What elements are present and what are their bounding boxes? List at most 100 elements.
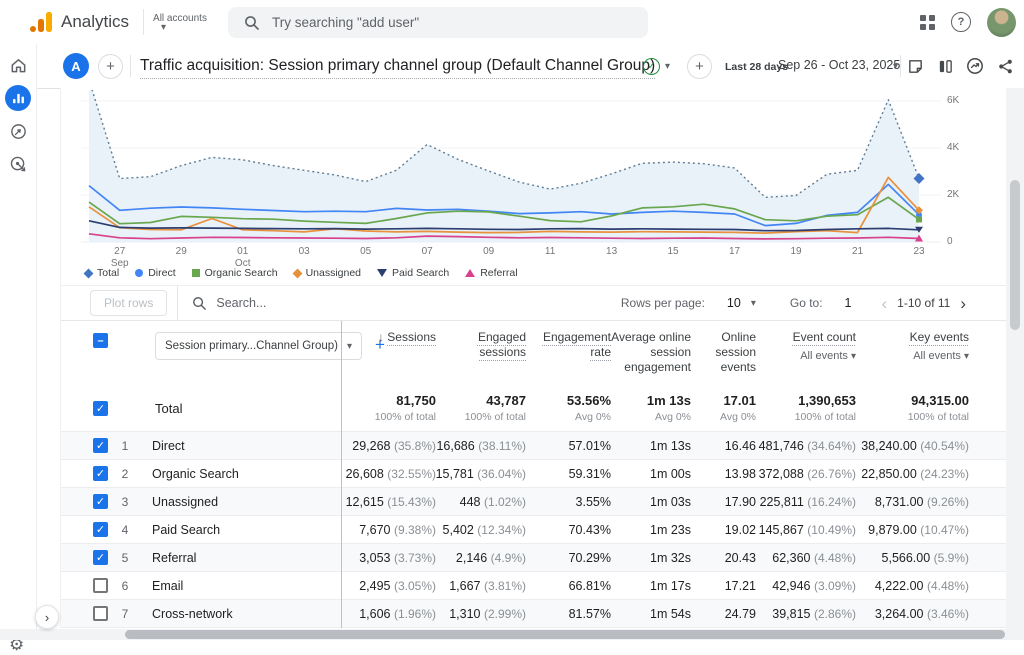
row-checkbox[interactable] <box>93 606 108 621</box>
row-checkbox[interactable]: ✓ <box>93 522 108 537</box>
add-comparison-button[interactable]: + <box>98 54 123 79</box>
horizontal-scrollbar[interactable] <box>0 629 1024 640</box>
column-header-key-events[interactable]: Key events All events ▾ <box>856 330 969 385</box>
channel-name: Organic Search <box>152 467 239 481</box>
row-checkbox[interactable]: ✓ <box>93 494 108 509</box>
nav-reports[interactable] <box>5 85 31 111</box>
dimension-cell: ✓1Direct <box>61 432 341 459</box>
chevron-down-icon[interactable]: ▾ <box>665 61 670 72</box>
comparison-badge[interactable]: A <box>63 53 89 79</box>
metric-cell: 26,608 (32.55%) <box>341 460 436 487</box>
metric-event-filter[interactable]: All events ▾ <box>856 349 969 364</box>
table-row-paid-search[interactable]: ✓4Paid Search7,670 (9.38%)5,402 (12.34%)… <box>61 516 1006 544</box>
metric-cell: 19.02 <box>691 516 756 543</box>
metric-cell: 12,615 (15.43%) <box>341 488 436 515</box>
row-checkbox[interactable]: ✓ <box>93 550 108 565</box>
chevron-down-icon[interactable]: ▾ <box>751 298 756 309</box>
row-checkbox[interactable] <box>93 578 108 593</box>
metric-cell: 29,268 (35.8%) <box>341 432 436 459</box>
legend-item-unassigned[interactable]: Unassigned <box>294 267 361 279</box>
compare-reports-icon[interactable] <box>935 56 955 76</box>
metric-cell: 24.79 <box>691 600 756 627</box>
plot-rows-button[interactable]: Plot rows <box>90 290 167 316</box>
account-switcher[interactable]: All accounts ▾ <box>153 13 207 32</box>
legend-label: Paid Search <box>392 267 449 279</box>
column-header-event-count[interactable]: Event countAll events ▾ <box>756 330 856 385</box>
user-avatar[interactable] <box>987 8 1016 37</box>
legend-item-paid-search[interactable]: Paid Search <box>377 267 449 279</box>
legend-item-direct[interactable]: Direct <box>135 267 175 279</box>
y-tick-label: 4K <box>947 142 977 153</box>
row-index: 6 <box>110 579 140 593</box>
vertical-scrollbar-thumb[interactable] <box>1010 180 1020 330</box>
chevron-down-icon[interactable]: ▾ <box>893 61 898 72</box>
table-row-cross-network[interactable]: 7Cross-network1,606 (1.96%)1,310 (2.99%)… <box>61 600 1006 628</box>
totals-metric-cell: 17.01Avg 0% <box>691 385 756 431</box>
table-row-organic-search[interactable]: ✓2Organic Search26,608 (32.55%)15,781 (3… <box>61 460 1006 488</box>
legend-item-referral[interactable]: Referral <box>465 267 517 279</box>
metric-event-filter[interactable]: All events ▾ <box>756 349 856 364</box>
legend-item-organic-search[interactable]: Organic Search <box>192 267 278 279</box>
nav-home[interactable] <box>5 52 31 78</box>
table-body: ✓1Direct29,268 (35.8%)16,686 (38.11%)57.… <box>61 432 1006 628</box>
expand-nav-button[interactable]: › <box>35 605 59 629</box>
report-title[interactable]: Traffic acquisition: Session primary cha… <box>140 57 655 79</box>
x-tick-label: 17 <box>715 246 755 258</box>
metric-cell: 62,360 (4.48%) <box>756 544 856 571</box>
apps-grid-icon[interactable] <box>920 15 935 30</box>
help-icon[interactable]: ? <box>951 12 971 32</box>
column-header-online-session-events[interactable]: Online session events <box>691 330 756 385</box>
metric-cell: 1m 54s <box>611 600 691 627</box>
select-all-checkbox[interactable]: – <box>93 333 108 348</box>
nav-advertising[interactable] <box>5 151 31 177</box>
dimension-selector[interactable]: Session primary...Channel Group)▾ <box>155 332 362 360</box>
trend-chart[interactable]: 02K4K6K 27Sep2901Oct03050709111315171921… <box>61 88 1006 285</box>
totals-checkbox[interactable]: ✓ <box>93 401 108 416</box>
chart-plot-area[interactable] <box>61 90 1006 255</box>
metric-cell: 1m 13s <box>611 432 691 459</box>
search-placeholder: Try searching "add user" <box>272 15 419 30</box>
metric-cell: 1m 32s <box>611 544 691 571</box>
insights-icon[interactable] <box>965 56 985 76</box>
chart-legend: Total Direct Organic Search Unassigned Paid … <box>85 267 518 279</box>
dimension-header-cell: – Session primary...Channel Group)▾ + <box>61 330 341 385</box>
metric-cell: 1,667 (3.81%) <box>436 572 526 599</box>
share-icon[interactable] <box>995 56 1015 76</box>
column-header-engaged-sessions[interactable]: Engaged sessions <box>436 330 526 385</box>
horizontal-scrollbar-thumb[interactable] <box>125 630 1005 639</box>
metric-cell: 448 (1.02%) <box>436 488 526 515</box>
metric-cell: 66.81% <box>526 572 611 599</box>
analytics-logo-icon[interactable] <box>30 12 52 32</box>
row-checkbox[interactable]: ✓ <box>93 438 108 453</box>
table-row-email[interactable]: 6Email2,495 (3.05%)1,667 (3.81%)66.81%1m… <box>61 572 1006 600</box>
search-icon <box>244 15 260 31</box>
legend-item-total[interactable]: Total <box>85 267 119 279</box>
column-header-engagement-rate[interactable]: Engagement rate <box>526 330 611 385</box>
nav-explore[interactable] <box>5 118 31 144</box>
note-icon[interactable] <box>905 56 925 76</box>
column-header-sessions[interactable]: ↓ Sessions <box>341 330 436 385</box>
prev-page-icon[interactable]: ‹ <box>882 295 888 312</box>
legend-label: Unassigned <box>306 267 361 279</box>
go-to-input[interactable]: 1 <box>845 296 852 310</box>
table-row-referral[interactable]: ✓5Referral3,053 (3.73%)2,146 (4.9%)70.29… <box>61 544 1006 572</box>
table-search-input[interactable]: Search... <box>192 296 266 311</box>
channel-name: Referral <box>152 551 196 565</box>
next-page-icon[interactable]: › <box>960 295 966 312</box>
column-label: Average online session engagement <box>611 330 691 374</box>
left-nav: ⚙ <box>0 44 37 629</box>
table-row-unassigned[interactable]: ✓3Unassigned12,615 (15.43%)448 (1.02%)3.… <box>61 488 1006 516</box>
metric-cell: 42,946 (3.09%) <box>756 572 856 599</box>
rows-per-page-value[interactable]: 10 <box>727 296 741 310</box>
metric-cell: 1,606 (1.96%) <box>341 600 436 627</box>
row-checkbox[interactable]: ✓ <box>93 466 108 481</box>
table-row-direct[interactable]: ✓1Direct29,268 (35.8%)16,686 (38.11%)57.… <box>61 432 1006 460</box>
data-quality-check-icon[interactable]: ✓ <box>643 58 660 75</box>
add-button[interactable]: + <box>687 54 712 79</box>
column-label: Key events <box>910 330 969 344</box>
date-range-picker[interactable]: Sep 26 - Oct 23, 2025 <box>778 58 900 72</box>
column-header-average-online-session-engagement[interactable]: Average online session engagement <box>611 330 691 385</box>
global-search-input[interactable]: Try searching "add user" <box>228 7 648 38</box>
metric-cell: 59.31% <box>526 460 611 487</box>
vertical-scrollbar[interactable] <box>1006 88 1024 629</box>
